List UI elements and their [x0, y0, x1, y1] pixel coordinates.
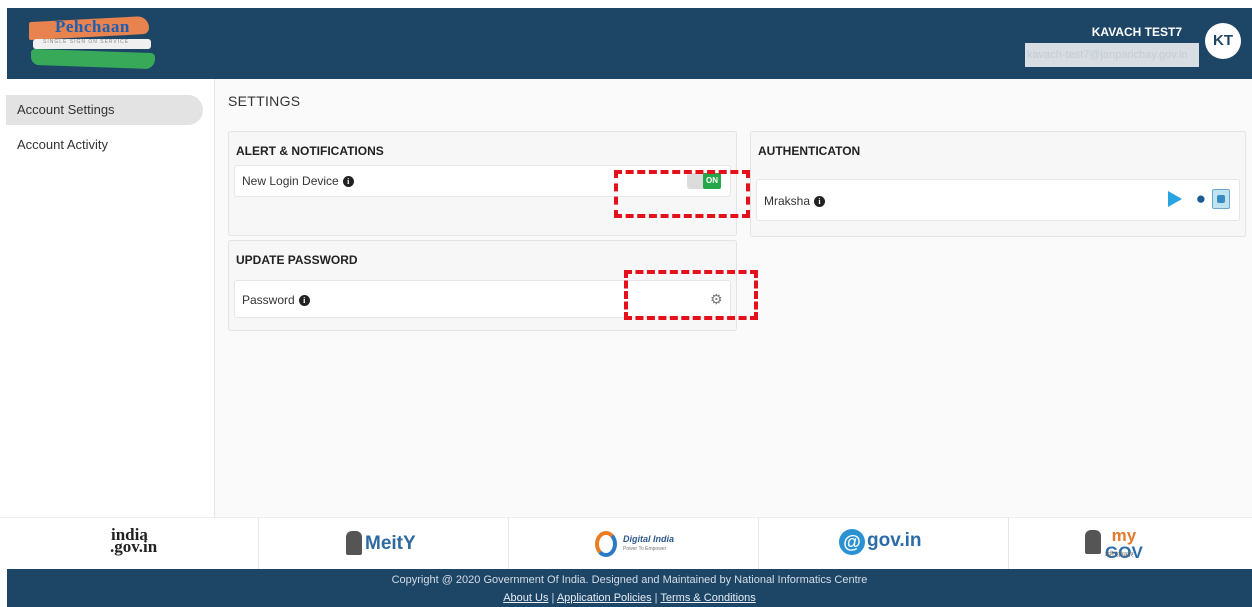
meity-text: MeitY — [365, 533, 416, 554]
emblem-icon — [1085, 530, 1101, 554]
pehchaan-logo[interactable]: Pehchaan SINGLE SIGN ON SERVICE — [29, 15, 161, 73]
info-icon[interactable]: i — [342, 176, 354, 188]
alerts-card-title: ALERT & NOTIFICATIONS — [236, 144, 384, 158]
info-icon[interactable]: i — [814, 196, 826, 208]
logo-band-green — [31, 48, 155, 70]
mygov-logo[interactable]: my GOV मेरी सरकार — [1008, 518, 1252, 570]
meity-logo[interactable]: MeitY — [258, 518, 508, 570]
mygov-tagline: मेरी सरकार — [1105, 552, 1134, 559]
about-us-link[interactable]: About Us — [503, 592, 548, 604]
app-download-icon[interactable] — [1212, 189, 1230, 209]
india-gov-text-2: .gov.in — [110, 537, 158, 556]
digital-india-icon — [595, 531, 617, 557]
footer-links: About Us | Application Policies | Terms … — [503, 592, 756, 604]
authentication-title: AUTHENTICATON — [758, 144, 861, 158]
apple-icon[interactable]: ● — [1196, 189, 1206, 209]
terms-conditions-link[interactable]: Terms & Conditions — [660, 592, 755, 604]
mraksha-label: Mraksha i — [764, 180, 826, 222]
sidebar: Account Settings Account Activity — [0, 79, 215, 517]
application-policies-link[interactable]: Application Policies — [557, 592, 652, 604]
logo-text: Pehchaan — [55, 17, 130, 36]
digital-india-logo[interactable]: Digital India Power To Empower — [508, 518, 758, 570]
india-gov-logo[interactable]: india .gov.in — [5, 518, 255, 570]
user-email: kavach-test7@janparichay.gov.in — [1025, 43, 1199, 67]
partner-logos: india .gov.in MeitY Digital India Power … — [0, 517, 1252, 570]
info-icon[interactable]: i — [298, 295, 310, 307]
at-icon: @ — [839, 529, 865, 555]
digital-india-text: Digital India — [623, 534, 675, 544]
gov-in-text: gov.in — [867, 530, 922, 551]
copyright-text: Copyright @ 2020 Government Of India. De… — [391, 574, 868, 586]
update-password-title: UPDATE PASSWORD — [236, 253, 358, 267]
emblem-icon — [346, 531, 362, 555]
gov-in-logo[interactable]: @ gov.in — [758, 518, 1008, 570]
sidebar-item-account-activity[interactable]: Account Activity — [6, 130, 203, 160]
highlight-box-gear — [624, 270, 758, 320]
store-icons: ● — [1160, 189, 1230, 211]
highlight-box-toggle — [614, 170, 750, 218]
main-content: SETTINGS ALERT & NOTIFICATIONS New Login… — [215, 79, 1252, 517]
password-label: Password i — [242, 281, 310, 319]
authentication-card: AUTHENTICATON Mraksha i ● — [750, 131, 1246, 237]
play-store-icon[interactable] — [1168, 191, 1182, 207]
top-header: Pehchaan SINGLE SIGN ON SERVICE KAVACH T… — [7, 8, 1252, 79]
page-title: SETTINGS — [228, 93, 301, 109]
copyright-bar: Copyright @ 2020 Government Of India. De… — [7, 569, 1252, 607]
digital-india-tagline: Power To Empower — [623, 546, 667, 552]
avatar[interactable]: KT — [1205, 23, 1241, 59]
sidebar-item-account-settings[interactable]: Account Settings — [6, 95, 203, 125]
mraksha-row: Mraksha i ● — [756, 179, 1240, 221]
user-name: KAVACH TEST7 — [1091, 25, 1182, 39]
logo-tagline: SINGLE SIGN ON SERVICE — [43, 39, 130, 45]
new-login-device-label: New Login Device i — [242, 166, 354, 196]
